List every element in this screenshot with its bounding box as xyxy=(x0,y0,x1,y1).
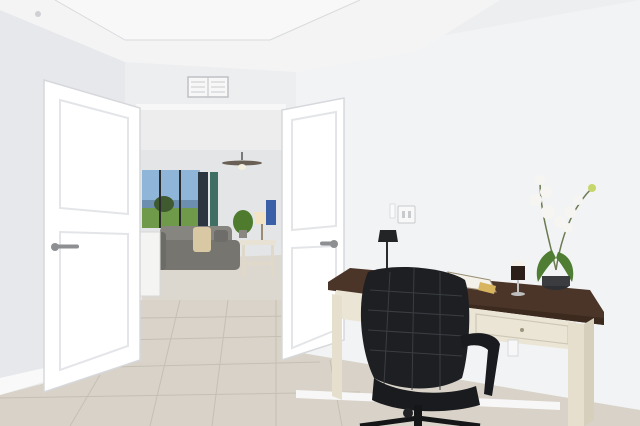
drawer-knob[interactable] xyxy=(520,328,524,332)
smoke-detector xyxy=(35,11,41,17)
sliding-glass-window xyxy=(142,170,218,228)
photo-scene xyxy=(0,0,640,426)
throw-blanket xyxy=(193,227,211,252)
blue-artwork xyxy=(266,200,276,225)
white-cabinet xyxy=(139,231,161,297)
light-switch-icon[interactable] xyxy=(397,205,416,224)
hvac-vent-icon xyxy=(187,76,229,98)
sofa xyxy=(156,226,240,270)
power-outlet xyxy=(507,339,519,357)
switch-plate-small xyxy=(389,203,396,219)
room-illustration xyxy=(0,0,640,426)
left-door[interactable] xyxy=(43,79,141,394)
